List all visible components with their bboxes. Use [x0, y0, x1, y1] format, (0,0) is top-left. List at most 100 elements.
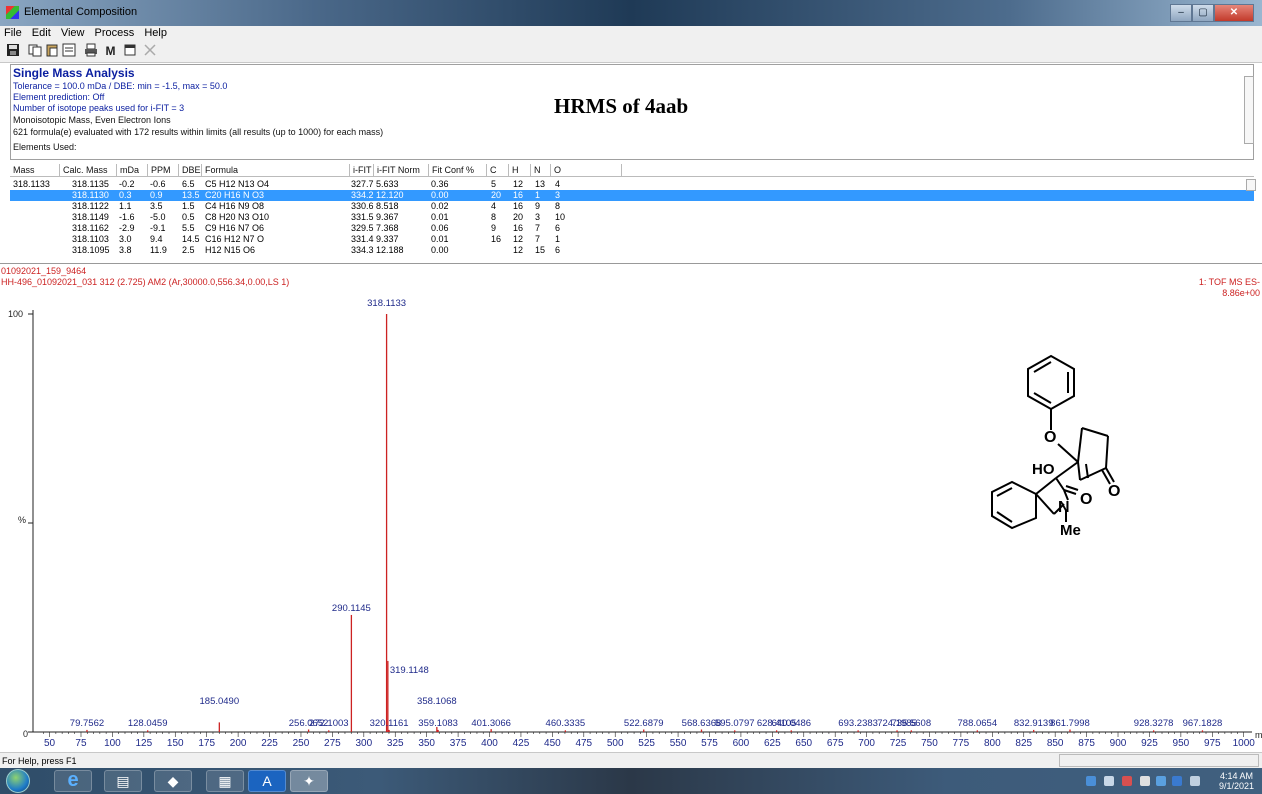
- cell-mda: -1.6: [119, 212, 135, 222]
- table-row[interactable]: 318.1133 318.1135 -0.2 -0.6 6.5 C5 H12 N13 O4…: [10, 179, 1254, 190]
- minimize-button[interactable]: –: [1170, 4, 1192, 22]
- col-dbe[interactable]: DBE: [179, 164, 202, 176]
- hrms-annotation: HRMS of 4aab: [554, 94, 689, 118]
- cell-o: 1: [555, 234, 561, 244]
- cell-h: 20: [513, 212, 524, 222]
- toolbar: M: [0, 40, 1262, 63]
- tray-icon-6[interactable]: [1172, 776, 1182, 786]
- network-icon[interactable]: [1156, 776, 1166, 786]
- x-tick-label: 625: [764, 738, 781, 749]
- print-icon[interactable]: [82, 43, 99, 59]
- summary-scrollbar[interactable]: [1244, 76, 1254, 144]
- x-tick-label: 975: [1204, 738, 1221, 749]
- results-scrollbar[interactable]: [1246, 179, 1256, 191]
- table-row[interactable]: 318.1149 -1.6 -5.0 0.5 C8 H20 N3 O10 331.5 9.3…: [10, 212, 1254, 223]
- col-ppm[interactable]: PPM: [148, 164, 179, 176]
- x-tick-label: 775: [953, 738, 970, 749]
- x-tick-label: 950: [1173, 738, 1190, 749]
- cell-calc: 318.1135: [72, 179, 109, 189]
- col-calc-mass[interactable]: Calc. Mass: [60, 164, 117, 176]
- cell-ifit: 331.5: [351, 212, 374, 222]
- tray-icon-1[interactable]: [1086, 776, 1096, 786]
- save-icon[interactable]: [4, 43, 21, 59]
- menu-process[interactable]: Process: [91, 26, 138, 40]
- x-tick-label: 300: [355, 738, 372, 749]
- cell-ppm: 3.5: [150, 201, 163, 211]
- close-doc-icon[interactable]: [141, 43, 158, 59]
- peak-label: 788.0654: [958, 718, 998, 729]
- table-row[interactable]: 318.1130 0.3 0.9 13.5 C20 H16 N O3 334.2 12.12…: [10, 190, 1254, 201]
- folder-icon[interactable]: ▤: [104, 770, 142, 792]
- paste-icon[interactable]: [43, 43, 60, 59]
- maximize-button[interactable]: ▢: [1192, 4, 1214, 22]
- peak-label: 359.1083: [418, 718, 458, 729]
- menu-help[interactable]: Help: [140, 26, 170, 40]
- cell-calc: 318.1162: [72, 223, 109, 233]
- cell-conf: 0.02: [431, 201, 449, 211]
- col-mass[interactable]: Mass: [10, 164, 60, 176]
- col-o[interactable]: O: [551, 164, 622, 176]
- cell-ppm: -9.1: [150, 223, 166, 233]
- spectrum-panel: 01092021_159_9464 HH-496_01092021_031 31…: [0, 263, 1262, 752]
- results-table: Mass Calc. Mass mDa PPM DBE Formula i-FI…: [10, 164, 1256, 262]
- x-tick-label: 650: [795, 738, 812, 749]
- table-row[interactable]: 318.1103 3.0 9.4 14.5 C16 H12 N7 O 331.4 9.337…: [10, 234, 1254, 245]
- cell-ppm: -5.0: [150, 212, 166, 222]
- peak-label: 735.5608: [892, 718, 932, 729]
- tray-icon-2[interactable]: [1104, 776, 1114, 786]
- table-row[interactable]: 318.1122 1.1 3.5 1.5 C4 H16 N9 O8 330.6 8.518 0…: [10, 201, 1254, 212]
- cell-h: 16: [513, 190, 524, 200]
- close-button[interactable]: ✕: [1214, 4, 1254, 22]
- col-h[interactable]: H: [509, 164, 531, 176]
- app-icon-a[interactable]: A: [248, 770, 286, 792]
- properties-icon[interactable]: [60, 43, 77, 59]
- status-pane: [1059, 754, 1259, 767]
- cell-calc: 318.1095: [72, 245, 110, 255]
- col-formula[interactable]: Formula: [202, 164, 350, 176]
- tray-icon-7[interactable]: [1190, 776, 1200, 786]
- start-button[interactable]: [6, 769, 30, 793]
- x-tick-label: 450: [544, 738, 561, 749]
- ie-icon[interactable]: e: [54, 770, 92, 792]
- cell-conf: 0.01: [431, 234, 449, 244]
- col-ifit[interactable]: i-FIT: [350, 164, 374, 176]
- table-row[interactable]: 318.1095 3.8 11.9 2.5 H12 N15 O6 334.3 12.188 0…: [10, 245, 1254, 256]
- peak-label: 693.2383: [838, 718, 878, 729]
- tray-icon-3[interactable]: [1122, 776, 1132, 786]
- cell-formula: H12 N15 O6: [205, 245, 256, 255]
- title-bar[interactable]: Elemental Composition – ▢ ✕: [0, 0, 1262, 26]
- menu-file[interactable]: File: [0, 26, 25, 40]
- app-icon-blue[interactable]: ◆: [154, 770, 192, 792]
- x-tick-label: 900: [1110, 738, 1127, 749]
- cell-o: 6: [555, 223, 561, 233]
- x-tick-label: 400: [481, 738, 498, 749]
- copy-icon[interactable]: [26, 43, 43, 59]
- cell-formula: C16 H12 N7 O: [205, 234, 265, 244]
- col-fit-conf[interactable]: Fit Conf %: [429, 164, 487, 176]
- cell-conf: 0.06: [431, 223, 449, 233]
- elemental-app-icon[interactable]: ✦: [290, 770, 328, 792]
- col-c[interactable]: C: [487, 164, 509, 176]
- menu-edit[interactable]: Edit: [28, 26, 54, 40]
- col-ifit-norm[interactable]: i-FIT Norm: [374, 164, 429, 176]
- col-n[interactable]: N: [531, 164, 551, 176]
- cell-calc: 318.1122: [72, 201, 109, 211]
- cell-h: 12: [513, 245, 524, 255]
- cell-calc: 318.1103: [72, 234, 109, 244]
- atom-n: N: [1058, 499, 1070, 516]
- peak-label: 861.7998: [1050, 718, 1090, 729]
- volume-icon[interactable]: [1140, 776, 1150, 786]
- cell-c: 4: [491, 201, 497, 211]
- peak-label: 319.1148: [390, 665, 429, 676]
- col-mda[interactable]: mDa: [117, 164, 148, 176]
- app-icon-hand[interactable]: ▦: [206, 770, 244, 792]
- cell-mda: -0.2: [119, 179, 135, 189]
- mass-button[interactable]: M: [102, 43, 119, 59]
- window-icon[interactable]: [121, 43, 138, 59]
- status-bar: For Help, press F1: [0, 752, 1262, 768]
- clock[interactable]: 4:14 AM 9/1/2021: [1219, 771, 1254, 791]
- menu-view[interactable]: View: [57, 26, 88, 40]
- cell-n: 7: [535, 234, 541, 244]
- cell-calc: 318.1149: [72, 212, 109, 222]
- table-row[interactable]: 318.1162 -2.9 -9.1 5.5 C9 H16 N7 O6 329.5 7.36…: [10, 223, 1254, 234]
